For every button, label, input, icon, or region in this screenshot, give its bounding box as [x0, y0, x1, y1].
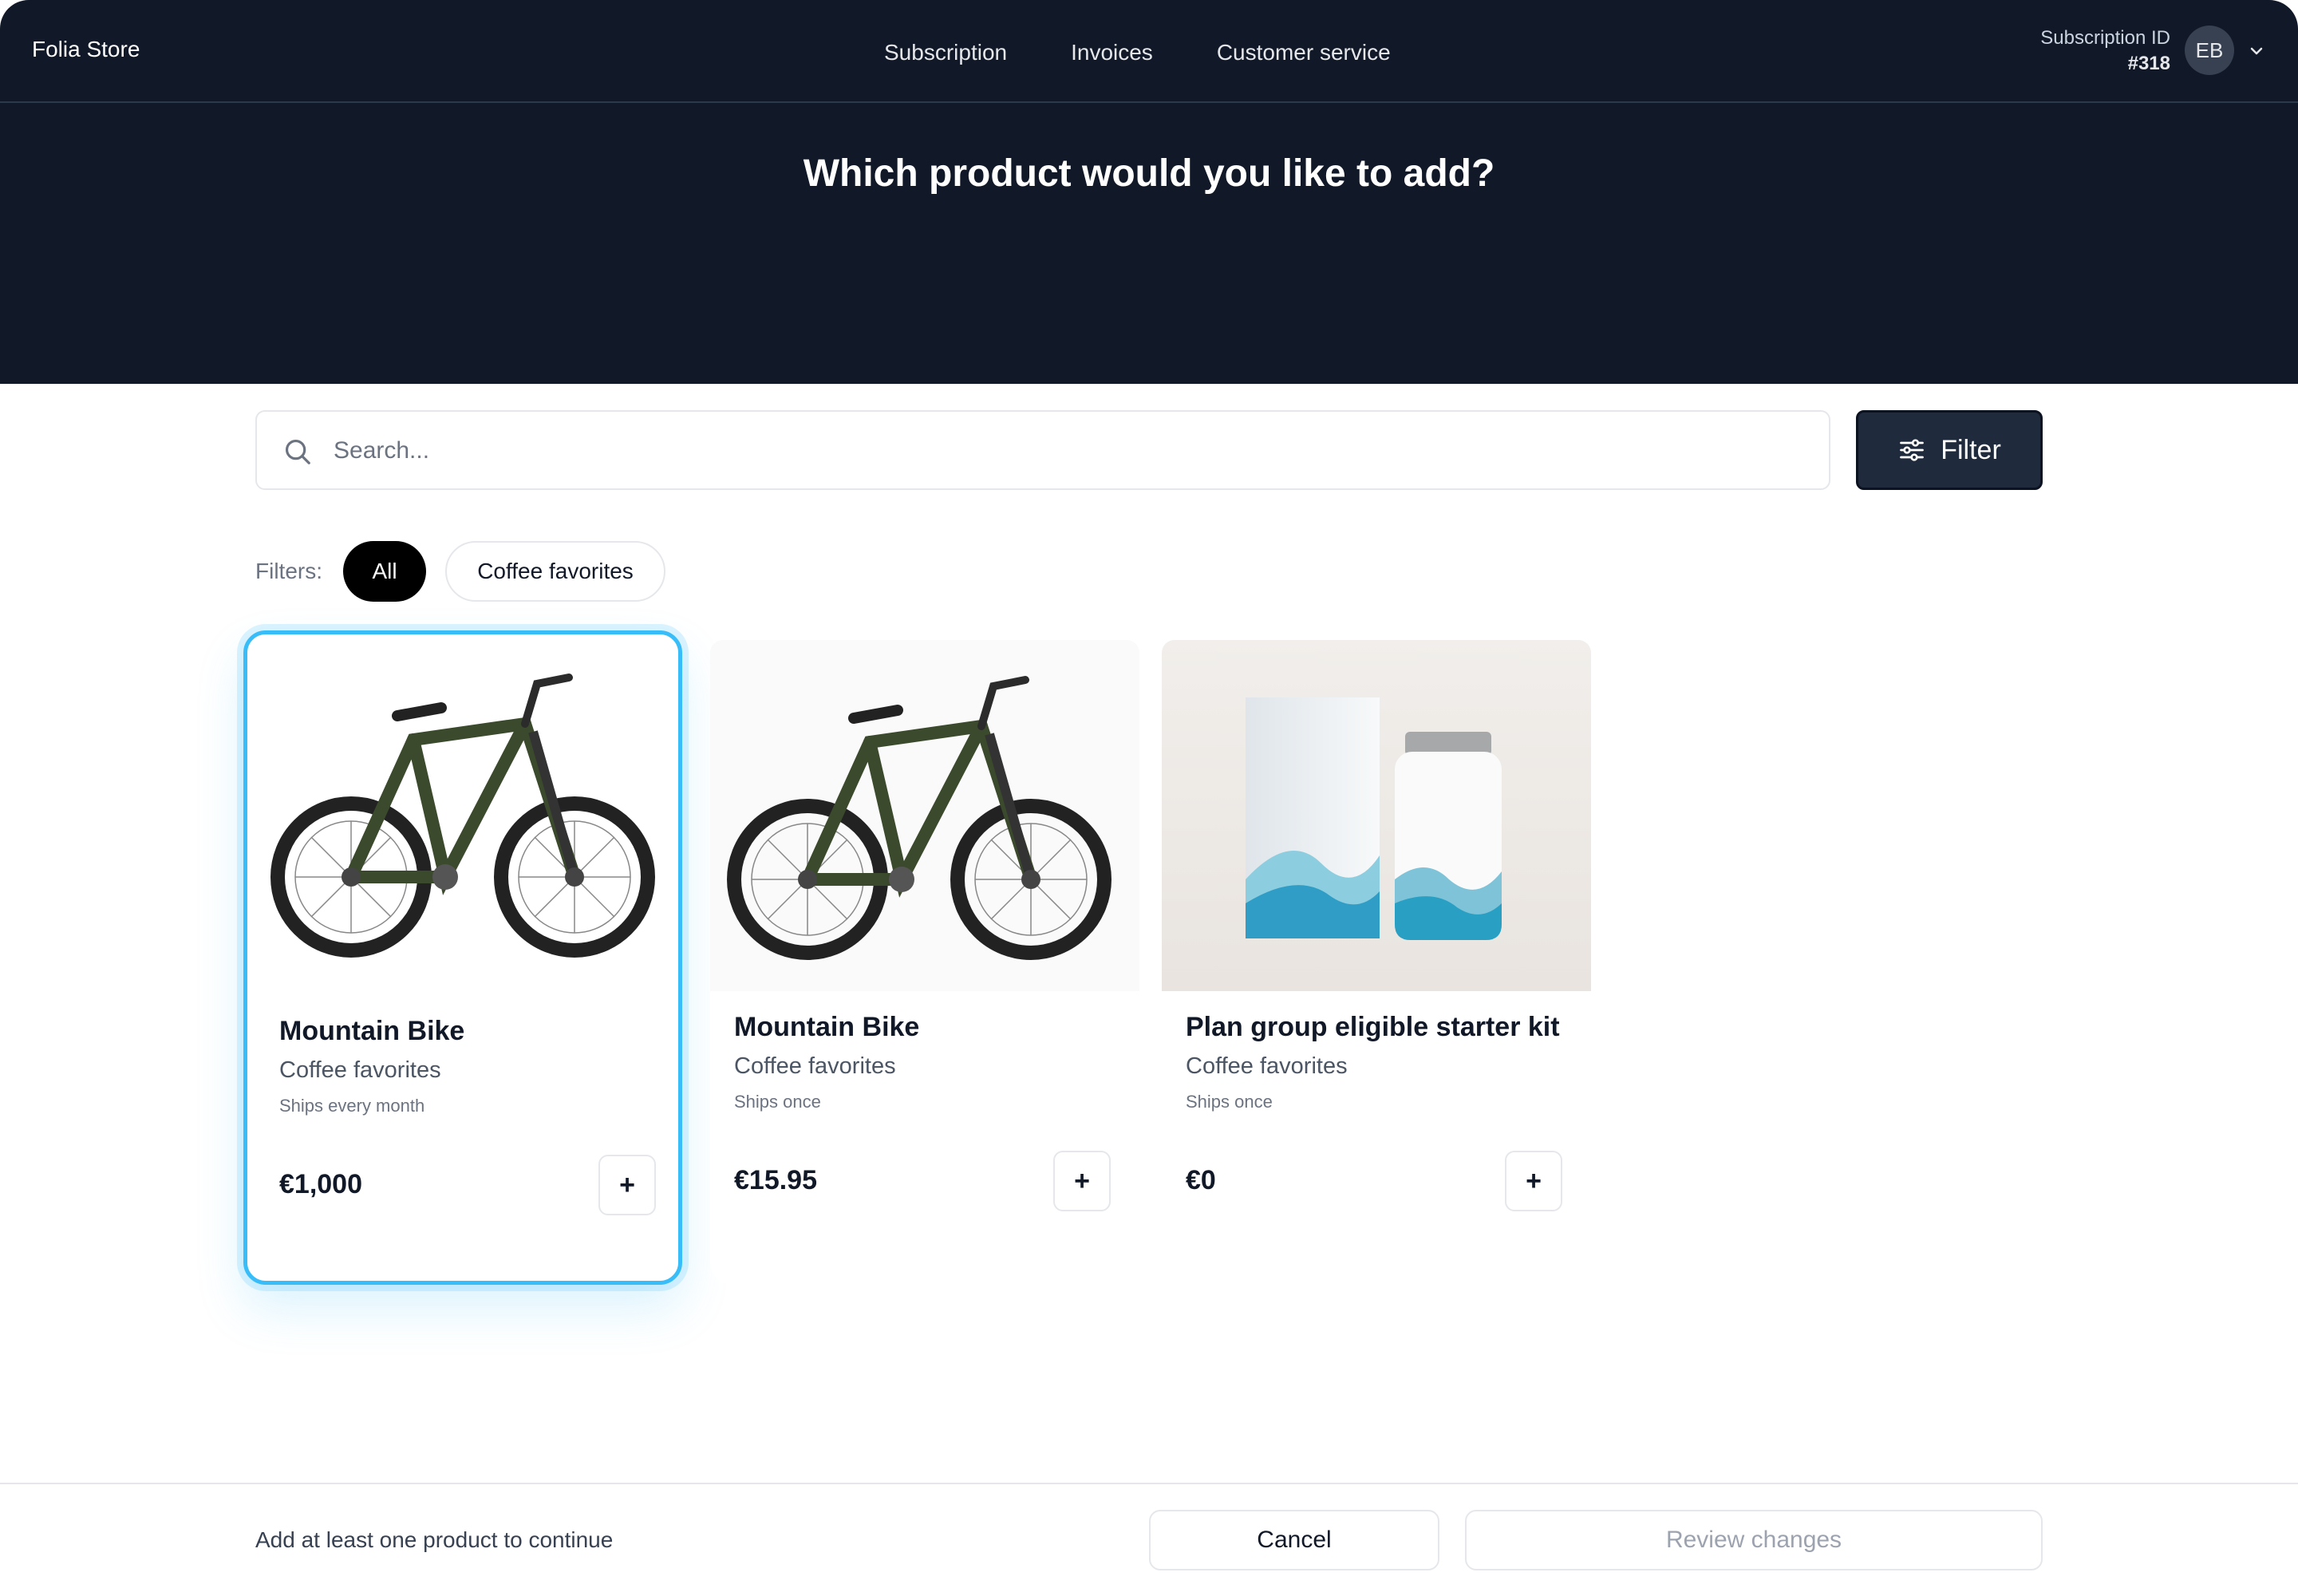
add-product-button[interactable]: +: [1505, 1151, 1562, 1211]
product-category: Coffee favorites: [734, 1053, 896, 1079]
product-card[interactable]: Mountain Bike Coffee favorites Ships eve…: [243, 630, 682, 1285]
nav-subscription[interactable]: Subscription: [884, 40, 1007, 65]
search-box: [255, 410, 1830, 490]
bike-image: [262, 644, 672, 987]
search-input[interactable]: [334, 433, 1770, 469]
product-shipping: Ships once: [734, 1092, 821, 1112]
page-title: Which product would you like to add?: [803, 152, 1495, 195]
product-shipping: Ships every month: [279, 1096, 425, 1116]
product-name: Mountain Bike: [734, 1012, 920, 1042]
brand-name[interactable]: Folia Store: [32, 37, 140, 62]
subscription-info: Subscription ID #318: [2040, 26, 2170, 77]
starter-kit-image: [1162, 640, 1591, 991]
product-category: Coffee favorites: [279, 1057, 441, 1083]
top-bar: Folia Store Subscription Invoices Custom…: [0, 0, 2298, 103]
product-name: Mountain Bike: [279, 1016, 465, 1046]
subscription-id-label: Subscription ID: [2040, 27, 2170, 49]
product-image-starter-kit: [1162, 640, 1591, 991]
filters-label: Filters:: [255, 559, 322, 583]
main-nav: Subscription Invoices Customer service: [884, 40, 1391, 65]
product-image-bike: [262, 644, 672, 987]
nav-customer-service[interactable]: Customer service: [1217, 40, 1391, 65]
product-name: Plan group eligible starter kit: [1186, 1012, 1560, 1042]
filter-button-label: Filter: [1941, 434, 2001, 465]
filter-chip-all[interactable]: All: [343, 541, 426, 602]
search-icon: [285, 439, 310, 464]
product-card[interactable]: Mountain Bike Coffee favorites Ships onc…: [710, 630, 1149, 1285]
footer-bar: Add at least one product to continue Can…: [0, 1483, 2298, 1596]
subscription-id-value: #318: [2127, 53, 2170, 74]
product-card[interactable]: Plan group eligible starter kit Coffee f…: [1162, 630, 1601, 1285]
add-product-button[interactable]: +: [598, 1155, 656, 1215]
nav-invoices[interactable]: Invoices: [1071, 40, 1153, 65]
filter-chip-coffee-favorites[interactable]: Coffee favorites: [445, 541, 665, 602]
review-changes-button[interactable]: Review changes: [1465, 1510, 2043, 1570]
product-price: €0: [1186, 1165, 1216, 1195]
product-price: €1,000: [279, 1169, 362, 1199]
page: Folia Store Subscription Invoices Custom…: [0, 0, 2298, 1596]
filter-button[interactable]: Filter: [1856, 410, 2043, 490]
product-category: Coffee favorites: [1186, 1053, 1348, 1079]
product-shipping: Ships once: [1186, 1092, 1273, 1112]
chevron-down-icon[interactable]: [2247, 41, 2266, 61]
add-product-button[interactable]: +: [1053, 1151, 1111, 1211]
sliders-icon: [1900, 439, 1925, 461]
product-image-bike: [710, 640, 1139, 991]
hero-banner: [0, 103, 2298, 384]
bike-image: [710, 640, 1139, 991]
avatar[interactable]: EB: [2185, 26, 2234, 75]
cancel-button[interactable]: Cancel: [1149, 1510, 1439, 1570]
product-price: €15.95: [734, 1165, 817, 1195]
footer-message: Add at least one product to continue: [255, 1527, 614, 1552]
